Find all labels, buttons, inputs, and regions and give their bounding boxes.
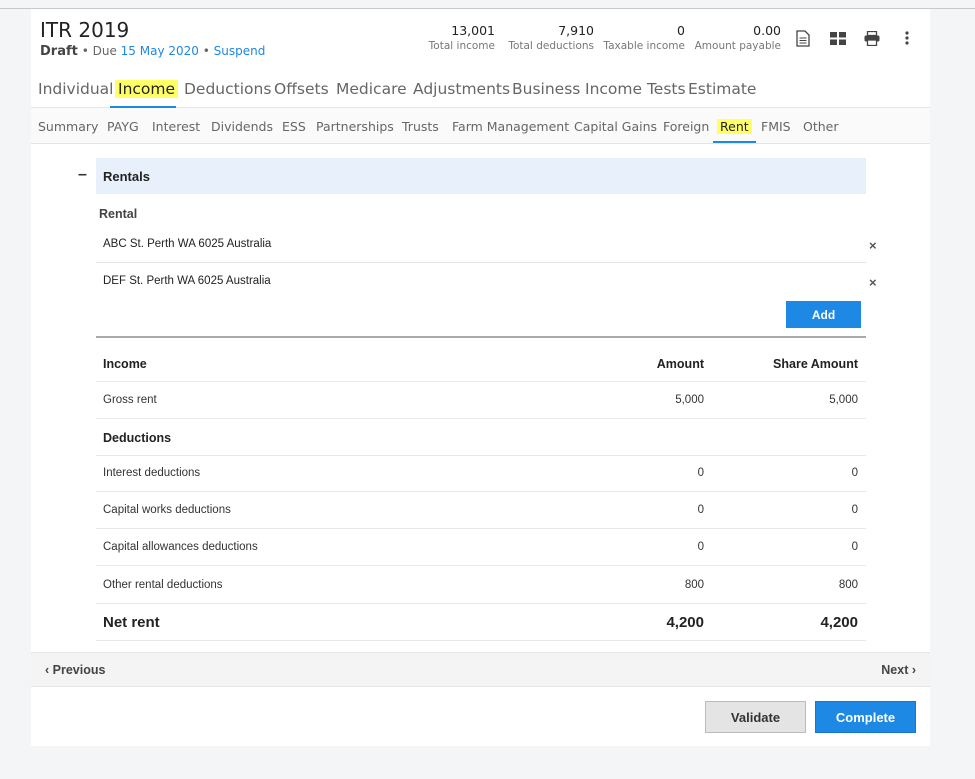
share-value[interactable]: 0: [852, 467, 858, 479]
due-date-link[interactable]: 15 May 2020: [121, 44, 199, 58]
next-link[interactable]: Next ›: [881, 663, 916, 677]
tab-income[interactable]: Income: [115, 80, 179, 98]
subtab-rent-underline: [713, 141, 756, 143]
rental-address[interactable]: ABC St. Perth WA 6025 Australia: [103, 238, 271, 250]
table-row: Capital works deductions 0 0: [96, 492, 866, 529]
rental-address-row[interactable]: ABC St. Perth WA 6025 Australia: [96, 226, 866, 263]
tab-adjustments[interactable]: Adjustments: [413, 80, 510, 98]
collapse-toggle[interactable]: –: [78, 166, 87, 184]
due-prefix: Due: [92, 44, 117, 58]
row-label: Capital allowances deductions: [103, 541, 258, 553]
page-navigation: ‹ Previous Next ›: [31, 652, 930, 687]
amount-value[interactable]: 0: [698, 504, 704, 516]
net-rent-label: Net rent: [103, 614, 160, 631]
rental-address-row[interactable]: DEF St. Perth WA 6025 Australia: [96, 263, 866, 300]
sub-tabs: Summary PAYG Interest Dividends ESS Part…: [31, 108, 930, 144]
remove-rental-1-icon[interactable]: ×: [869, 238, 877, 253]
table-row: Interest deductions 0 0: [96, 455, 866, 492]
rental-address[interactable]: DEF St. Perth WA 6025 Australia: [103, 275, 271, 287]
tab-income-tests[interactable]: Income Tests: [585, 80, 686, 98]
subtab-other[interactable]: Other: [803, 119, 839, 134]
amount-value[interactable]: 0: [698, 467, 704, 479]
subtab-foreign[interactable]: Foreign: [663, 119, 709, 134]
table-row: Capital allowances deductions 0 0: [96, 529, 866, 566]
section-divider: [96, 336, 866, 338]
deductions-heading-row: Deductions: [96, 419, 866, 456]
tab-medicare[interactable]: Medicare: [336, 80, 407, 98]
tab-business[interactable]: Business: [512, 80, 580, 98]
main-tabs: Individual Income Deductions Offsets Med…: [31, 68, 930, 108]
return-header: ITR 2019 Draft • Due 15 May 2020 • Suspe…: [31, 9, 930, 68]
document-icon[interactable]: [794, 29, 812, 47]
rental-label: Rental: [99, 207, 138, 221]
more-vertical-icon[interactable]: [898, 29, 916, 47]
net-rent-row: Net rent 4,200 4,200: [96, 604, 866, 641]
table-row: Other rental deductions 800 800: [96, 567, 866, 604]
suspend-link[interactable]: Suspend: [214, 44, 266, 58]
deductions-heading: Deductions: [103, 431, 172, 445]
amount-value[interactable]: 800: [685, 579, 704, 591]
subtab-rent[interactable]: Rent: [717, 119, 752, 134]
status-line: Draft • Due 15 May 2020 • Suspend: [40, 44, 266, 59]
stat-total-deductions: 7,910 Total deductions: [508, 23, 594, 52]
share-value[interactable]: 800: [839, 579, 858, 591]
tab-estimate[interactable]: Estimate: [688, 80, 756, 98]
stat-taxable-income: 0 Taxable income: [603, 23, 685, 52]
net-rent-amount: 4,200: [666, 614, 704, 631]
table-header-row: Income Amount Share Amount: [96, 345, 866, 382]
row-label: Capital works deductions: [103, 504, 231, 516]
share-value[interactable]: 0: [852, 504, 858, 516]
subtab-farm-management[interactable]: Farm Management: [452, 119, 569, 134]
subtab-trusts[interactable]: Trusts: [402, 119, 439, 134]
share-value[interactable]: 0: [852, 541, 858, 553]
subtab-summary[interactable]: Summary: [38, 119, 98, 134]
tab-individual[interactable]: Individual: [38, 80, 114, 98]
col-income: Income: [103, 357, 147, 371]
stat-total-income: 13,001 Total income: [428, 23, 495, 52]
row-label: Interest deductions: [103, 467, 201, 479]
grid-icon[interactable]: [829, 29, 847, 47]
net-rent-share: 4,200: [820, 614, 858, 631]
validate-button[interactable]: Validate: [705, 701, 806, 733]
subtab-capital-gains[interactable]: Capital Gains: [574, 119, 657, 134]
col-amount: Amount: [656, 357, 704, 371]
share-value[interactable]: 5,000: [829, 394, 858, 406]
print-icon[interactable]: [863, 29, 881, 47]
stat-amount-payable: 0.00 Amount payable: [694, 23, 781, 52]
subtab-partnerships[interactable]: Partnerships: [316, 119, 394, 134]
subtab-ess[interactable]: ESS: [282, 119, 306, 134]
col-share-amount: Share Amount: [773, 357, 858, 371]
subtab-fmis[interactable]: FMIS: [761, 119, 791, 134]
remove-rental-2-icon[interactable]: ×: [869, 275, 877, 290]
subtab-dividends[interactable]: Dividends: [211, 119, 273, 134]
page-title: ITR 2019: [40, 18, 130, 42]
tab-deductions[interactable]: Deductions: [184, 80, 271, 98]
row-label: Other rental deductions: [103, 579, 223, 591]
amount-value[interactable]: 0: [698, 541, 704, 553]
amount-value[interactable]: 5,000: [675, 394, 704, 406]
return-card: ITR 2019 Draft • Due 15 May 2020 • Suspe…: [31, 9, 930, 746]
status-badge: Draft: [40, 44, 78, 59]
complete-button[interactable]: Complete: [815, 701, 916, 733]
previous-link[interactable]: ‹ Previous: [45, 663, 105, 677]
tab-offsets[interactable]: Offsets: [274, 80, 329, 98]
table-row: Gross rent 5,000 5,000: [96, 382, 866, 419]
subtab-interest[interactable]: Interest: [152, 119, 200, 134]
subtab-payg[interactable]: PAYG: [107, 119, 139, 134]
row-label: Gross rent: [103, 394, 157, 406]
section-title: Rentals: [103, 169, 150, 184]
add-rental-button[interactable]: Add: [786, 301, 861, 328]
rentals-section-header[interactable]: [96, 158, 866, 194]
